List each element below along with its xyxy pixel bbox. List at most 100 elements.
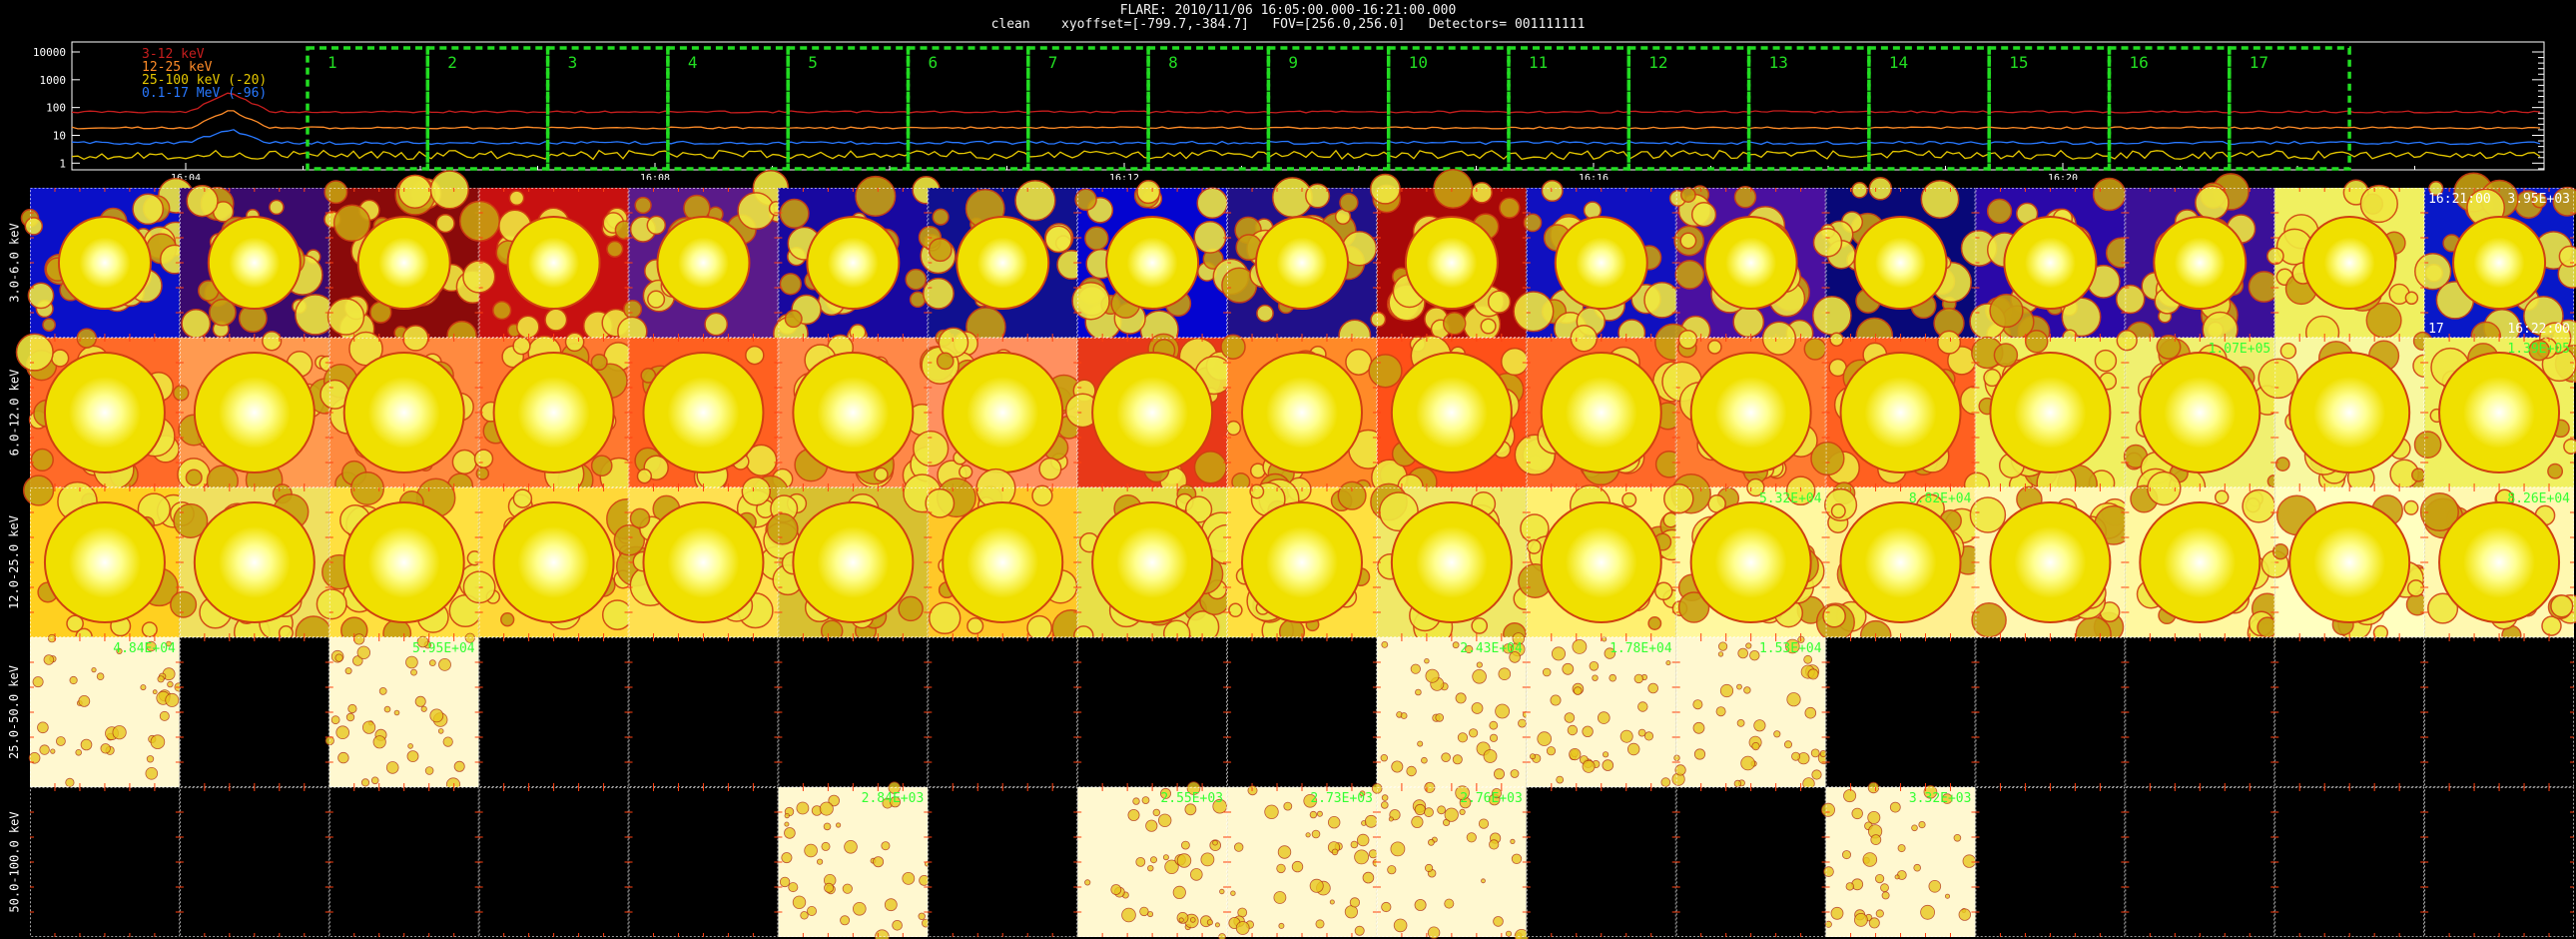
emission-blob — [1986, 198, 2013, 224]
emission-blob — [1513, 291, 1555, 333]
energy-band-label: 3.0-6.0 keV — [7, 223, 22, 303]
emission-blob — [2403, 499, 2419, 515]
image-tile — [2424, 637, 2574, 787]
noise-speck — [1489, 720, 1499, 730]
noise-speck — [1647, 682, 1658, 694]
noise-speck — [1867, 781, 1880, 794]
energy-band-label: 6.0-12.0 keV — [6, 369, 21, 457]
empty-tile — [928, 787, 1078, 937]
empty-tile — [778, 637, 929, 787]
noise-speck — [1176, 853, 1192, 868]
emission-blob — [544, 308, 568, 332]
empty-tile — [478, 787, 629, 937]
noise-speck — [1811, 769, 1822, 780]
noise-speck — [1786, 692, 1801, 707]
noise-speck — [1315, 919, 1325, 929]
noise-speck — [1542, 667, 1552, 677]
noise-speck — [1483, 749, 1498, 763]
noise-speck — [1273, 891, 1287, 904]
image-tile — [1513, 179, 1680, 348]
tile-label: 1.78E+04 — [1610, 641, 1672, 656]
empty-tile — [2125, 787, 2275, 937]
noise-speck — [1214, 922, 1220, 928]
noise-speck — [1380, 754, 1388, 762]
empty-tile — [2424, 787, 2574, 937]
source-core — [2465, 229, 2534, 297]
emission-blob — [1442, 311, 1467, 336]
source-core — [56, 514, 153, 610]
noise-speck — [1495, 703, 1510, 719]
image-tile — [324, 632, 479, 792]
noise-speck — [1773, 730, 1781, 738]
emission-blob — [1663, 482, 1694, 514]
source-core — [2152, 365, 2249, 461]
noise-speck — [1692, 721, 1705, 734]
tile-label: 1.53E+04 — [1759, 641, 1822, 656]
source-core — [1553, 365, 1649, 461]
emission-blob — [1541, 179, 1564, 203]
emission-blob — [1136, 180, 1161, 205]
noise-speck — [1803, 654, 1813, 664]
noise-speck — [370, 776, 379, 785]
noise-speck — [1387, 865, 1397, 875]
emission-blob — [1732, 306, 1765, 339]
noise-speck — [1235, 921, 1250, 935]
emission-blob — [2092, 177, 2127, 212]
noise-speck — [1953, 833, 1962, 842]
noise-speck — [356, 645, 371, 660]
noise-speck — [1619, 729, 1633, 743]
noise-speck — [1493, 916, 1504, 927]
source-core — [505, 365, 602, 461]
tile-label: 5.95E+04 — [412, 641, 475, 656]
noise-speck — [65, 777, 75, 788]
image-tile — [1661, 321, 1827, 487]
emission-blob — [2156, 334, 2182, 360]
image-tile — [773, 175, 941, 353]
tile-background — [1825, 787, 1976, 937]
energy-band-label: 50.0-100.0 keV — [7, 811, 22, 913]
noise-speck — [784, 821, 790, 827]
noise-speck — [80, 738, 93, 751]
noise-speck — [1928, 879, 1942, 893]
source-core — [369, 229, 438, 297]
emission-blob — [1471, 181, 1493, 204]
emission-blob — [928, 601, 962, 635]
noise-speck — [1875, 909, 1884, 918]
source-core — [1254, 365, 1350, 461]
emission-blob — [473, 449, 494, 469]
emission-blob — [1937, 330, 1962, 355]
image-tile — [1370, 482, 1537, 647]
noise-speck — [1428, 838, 1435, 846]
emission-blob — [1471, 617, 1489, 634]
noise-speck — [424, 766, 434, 775]
image-tile — [1526, 787, 1676, 937]
noise-speck — [112, 725, 127, 740]
noise-speck — [788, 882, 799, 893]
emission-blob — [24, 217, 44, 236]
noise-speck — [1791, 751, 1801, 761]
noise-speck — [1350, 840, 1359, 849]
noise-speck — [804, 843, 818, 858]
emission-blob — [1305, 183, 1331, 209]
emission-blob — [1993, 343, 2019, 368]
source-core — [355, 365, 452, 461]
tile-label: 16:22:00 — [2507, 322, 2570, 337]
noise-speck — [347, 703, 357, 714]
noise-speck — [1162, 854, 1169, 861]
emission-blob — [1761, 321, 1797, 356]
noise-speck — [918, 912, 926, 920]
noise-speck — [1881, 891, 1890, 900]
noise-speck — [1178, 917, 1184, 923]
noise-speck — [1390, 841, 1406, 857]
emission-blob — [1368, 354, 1403, 389]
noise-speck — [1362, 871, 1375, 884]
emission-blob — [959, 465, 973, 479]
noise-speck — [406, 750, 419, 762]
image-tile — [316, 470, 495, 648]
noise-speck — [1945, 893, 1951, 899]
image-tile — [1526, 636, 1676, 787]
image-tile — [30, 787, 180, 937]
noise-speck — [100, 743, 111, 754]
noise-speck — [1894, 874, 1900, 880]
emission-blob — [1225, 420, 1242, 437]
